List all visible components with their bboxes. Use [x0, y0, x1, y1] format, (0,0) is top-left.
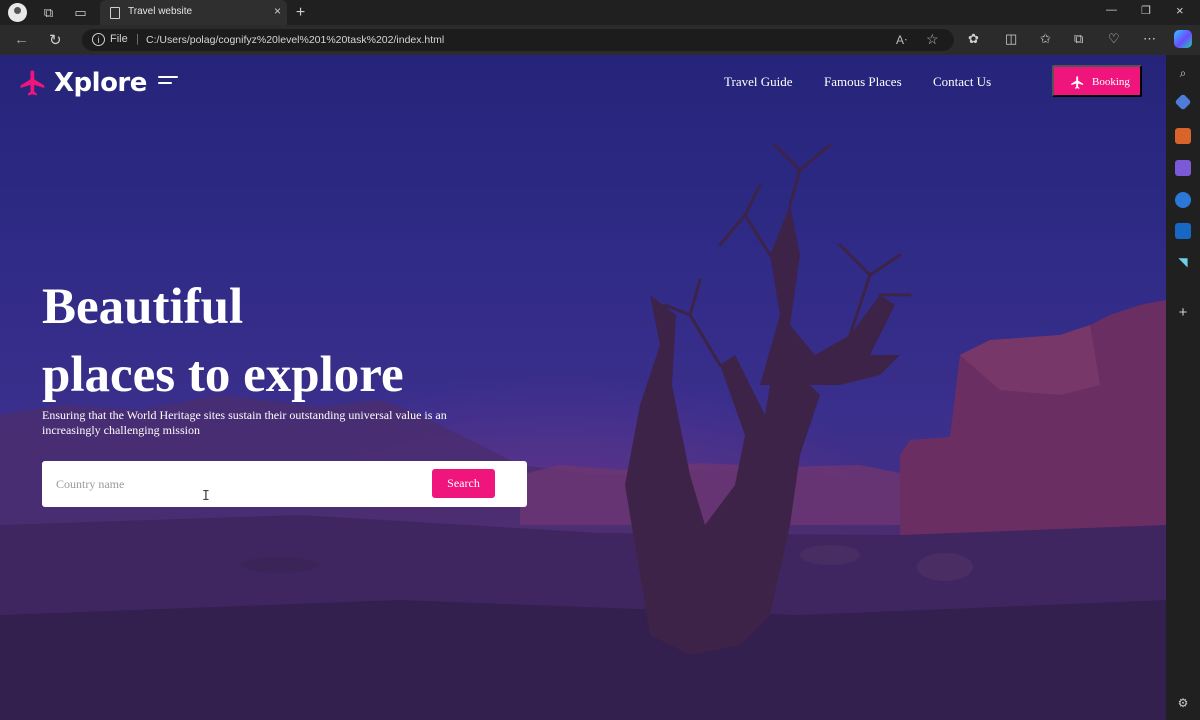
tools-icon[interactable]: [1175, 128, 1191, 144]
search-icon[interactable]: ⌕: [1175, 65, 1191, 81]
hero-subtitle: Ensuring that the World Heritage sites s…: [42, 408, 447, 437]
browser-toolbar: ← ↻ i File | C:/Users/polag/cognifyz%20l…: [0, 25, 1200, 55]
shopping-tag-icon[interactable]: [1174, 93, 1192, 111]
collections-icon[interactable]: ⧉: [1074, 31, 1083, 47]
tab-title: Travel website: [128, 6, 193, 17]
country-name-input[interactable]: [56, 473, 416, 495]
text-cursor-icon: I: [202, 489, 210, 504]
info-icon[interactable]: i: [92, 33, 105, 46]
url-text[interactable]: C:/Users/polag/cognifyz%20level%201%20ta…: [146, 34, 444, 46]
address-scheme-label: File: [110, 33, 128, 45]
favorite-star-icon[interactable]: ☆: [926, 31, 939, 48]
profile-icon[interactable]: [8, 3, 27, 22]
hero-title-line-2: places to explore: [42, 347, 404, 403]
search-button[interactable]: Search: [432, 469, 495, 498]
menu-lines-icon[interactable]: [158, 76, 178, 88]
close-tab-icon[interactable]: ×: [274, 4, 281, 18]
booking-label: Booking: [1092, 76, 1130, 88]
hero-title-line-1: Beautiful: [42, 279, 244, 335]
sidebar-settings-icon[interactable]: ⚙: [1175, 695, 1191, 711]
performance-icon[interactable]: ♡: [1108, 31, 1120, 47]
back-icon[interactable]: ←: [14, 31, 29, 48]
games-icon[interactable]: [1175, 160, 1191, 176]
split-screen-icon[interactable]: ◫: [1005, 31, 1017, 47]
read-aloud-icon[interactable]: Aᐧ: [896, 33, 907, 47]
favorites-icon[interactable]: ✩: [1040, 31, 1051, 47]
search-bar: Search: [42, 461, 527, 507]
more-options-icon[interactable]: ⋯: [1143, 31, 1156, 47]
nav-link-travel-guide[interactable]: Travel Guide: [724, 74, 793, 90]
airplane-logo-icon: [20, 70, 45, 96]
web-page: Xplore Travel Guide Famous Places Contac…: [0, 55, 1166, 720]
address-separator: |: [136, 33, 139, 45]
workspaces-icon[interactable]: ⧉: [40, 4, 57, 21]
booking-button[interactable]: Booking: [1052, 65, 1142, 97]
hero-title: Beautiful places to explore: [42, 273, 404, 409]
restore-icon[interactable]: ❐: [1141, 4, 1151, 17]
extensions-icon[interactable]: ✿: [968, 31, 979, 47]
browser-title-bar: ⧉ ▭ Travel website × + — ❐ ×: [0, 0, 1200, 25]
page-icon: [110, 7, 120, 19]
nav-link-famous-places[interactable]: Famous Places: [824, 74, 902, 90]
edge-sidebar: ⌕ ◥ + ⚙: [1166, 55, 1200, 720]
nav-link-contact-us[interactable]: Contact Us: [933, 74, 991, 90]
outlook-icon[interactable]: [1175, 223, 1191, 239]
minimize-icon[interactable]: —: [1106, 4, 1117, 16]
tab-actions-icon[interactable]: ▭: [72, 4, 89, 21]
add-sidebar-app-icon[interactable]: +: [1175, 305, 1191, 321]
brand-name: Xplore: [54, 68, 147, 98]
microsoft-365-icon[interactable]: [1175, 192, 1191, 208]
drop-icon[interactable]: ◥: [1175, 254, 1191, 270]
copilot-icon[interactable]: [1174, 30, 1192, 48]
refresh-icon[interactable]: ↻: [49, 31, 62, 49]
browser-tab[interactable]: Travel website ×: [100, 0, 287, 25]
new-tab-button[interactable]: +: [292, 4, 309, 21]
address-bar[interactable]: i File | C:/Users/polag/cognifyz%20level…: [82, 29, 954, 51]
airplane-icon: [1071, 76, 1084, 89]
close-window-icon[interactable]: ×: [1176, 3, 1184, 18]
